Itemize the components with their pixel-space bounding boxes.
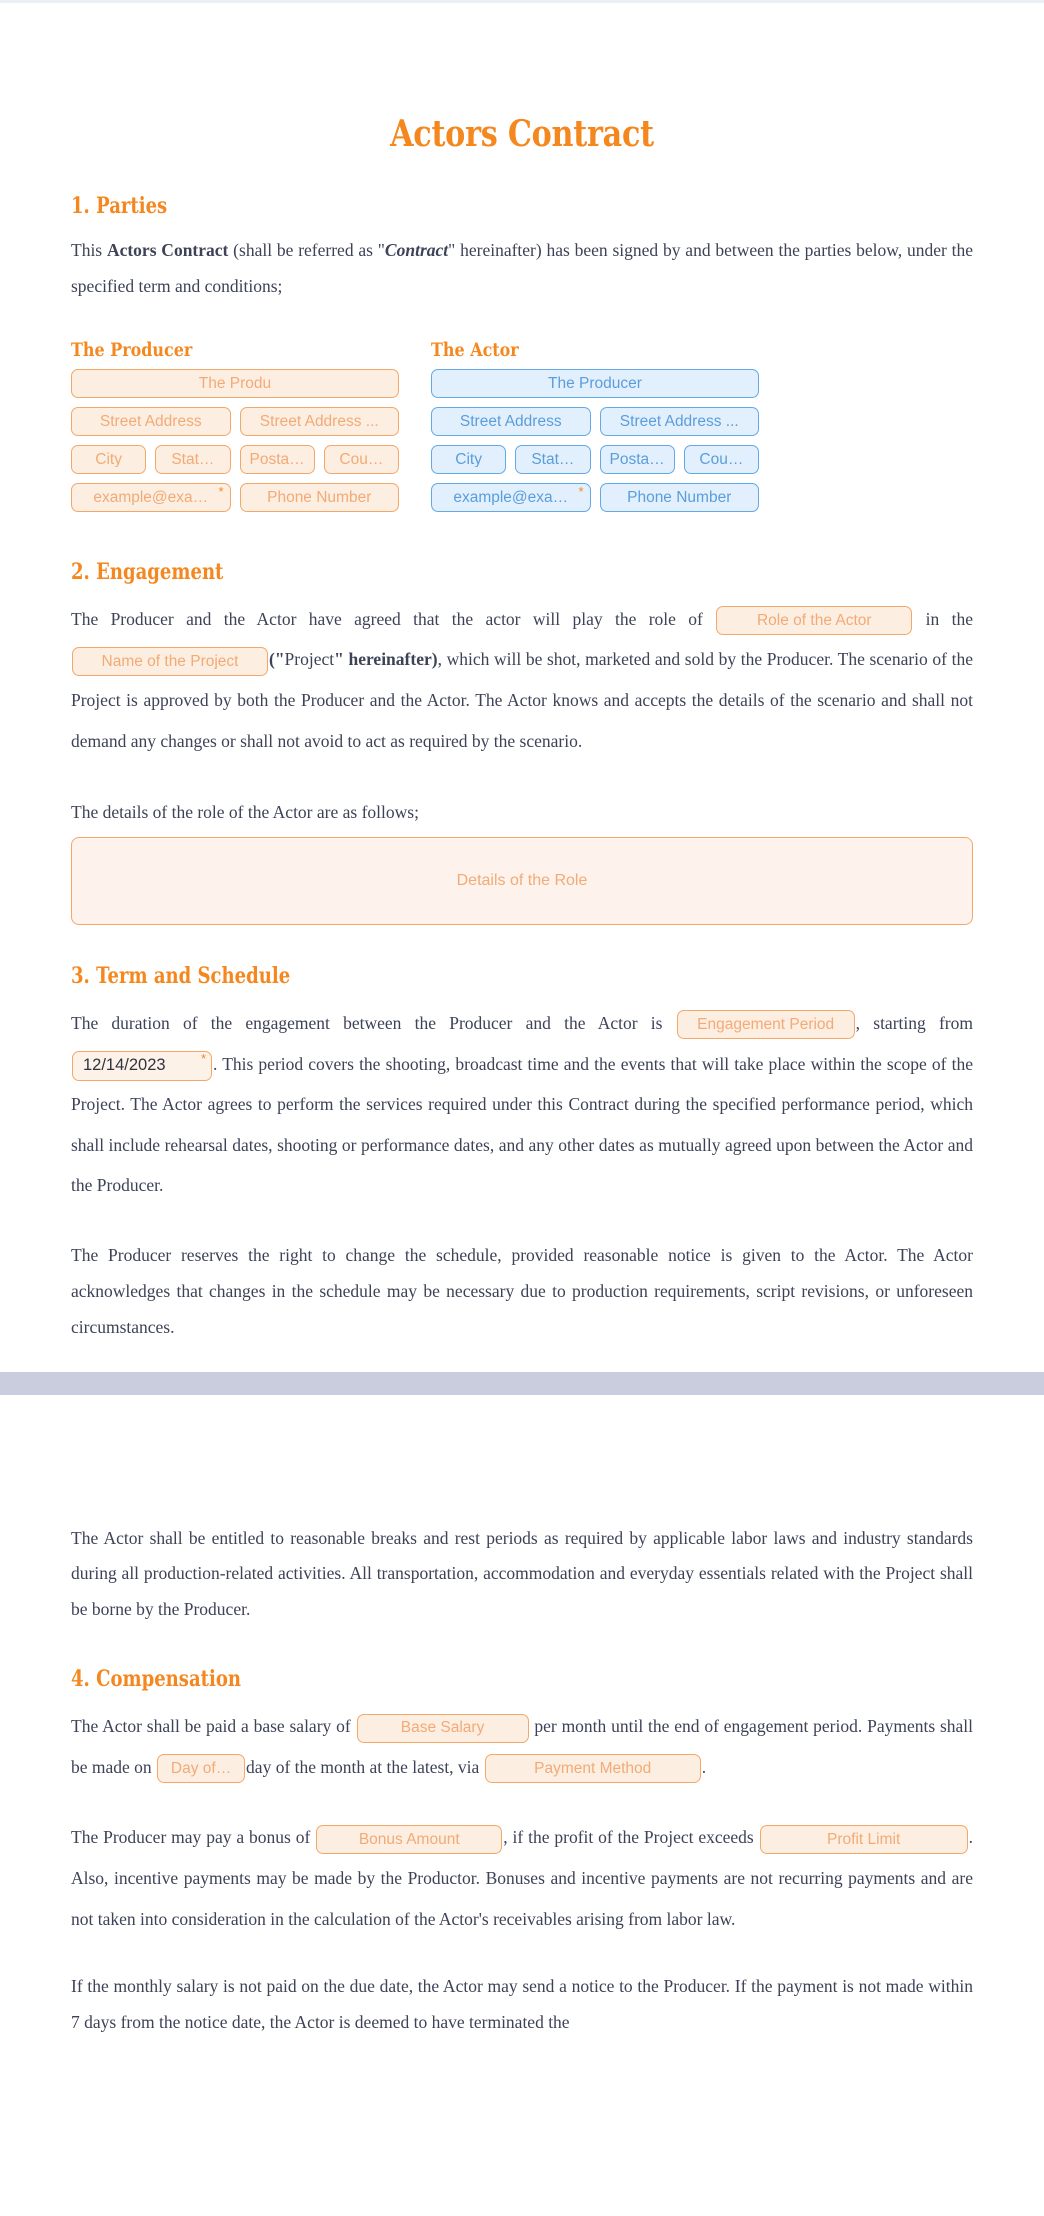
actor-phone-field[interactable]: Phone Number [599, 482, 759, 512]
breaks-paragraph: The Actor shall be entitled to reasonabl… [71, 1527, 973, 1620]
section-heading-term: 3. Term and Schedule [71, 963, 291, 989]
compensation-text-1: The Actor shall be paid a base salary of [71, 1716, 351, 1737]
section-heading-engagement: 2. Engagement [71, 558, 224, 585]
page-title: Actors Contract [390, 113, 654, 155]
compensation-text-4: . [701, 1756, 707, 1777]
bonus-amount-field[interactable]: Bonus Amount [316, 1824, 503, 1854]
actor-street-address-2-field[interactable]: Street Address ... [599, 406, 759, 436]
document-page-1: Actors Contract 1. Parties This Actors C… [0, 3, 1044, 1372]
engagement-period-field[interactable]: Engagement Period [676, 1010, 855, 1040]
engagement-text-1: The Producer and the Actor have agreed t… [71, 608, 703, 629]
actor-postal-field[interactable]: Posta… [599, 444, 675, 474]
producer-column: The Producer The Produ Street Address St… [71, 339, 399, 521]
compensation-bonus-paragraph: The Producer may pay a bonus of Bonus Am… [71, 1817, 973, 1939]
profit-limit-field[interactable]: Profit Limit [759, 1824, 968, 1854]
document-page-2: The Actor shall be entitled to reasonabl… [0, 1394, 1044, 2071]
intro-strong: Actors Contract [106, 240, 229, 260]
intro-text-1: This [71, 240, 107, 260]
term-paragraph-2: The Producer reserves the right to chang… [71, 1244, 973, 1337]
start-date-field[interactable]: 12/14/2023 * [72, 1050, 212, 1081]
producer-country-field[interactable]: Cou… [323, 444, 399, 474]
producer-city-field[interactable]: City [71, 444, 147, 474]
actor-city-field[interactable]: City [431, 444, 507, 474]
details-of-the-role-textarea[interactable]: Details of the Role [71, 837, 973, 925]
engagement-quote-open: (" [269, 649, 285, 670]
actor-country-field[interactable]: Cou… [683, 444, 759, 474]
producer-address-row: Street Address Street Address ... [71, 406, 399, 436]
bonus-text-2: , if the profit of the Project exceeds [503, 1827, 754, 1848]
parties-intro-paragraph: This Actors Contract (shall be referred … [71, 233, 973, 305]
engagement-quote-close: " hereinafter) [334, 649, 438, 670]
producer-state-field[interactable]: Stat… [155, 444, 231, 474]
actor-address-row: Street Address Street Address ... [431, 406, 759, 436]
payment-method-field[interactable]: Payment Method [484, 1754, 701, 1784]
engagement-project-term: Project [284, 649, 335, 670]
term-paragraph-1: The duration of the engagement between t… [71, 1003, 973, 1206]
actor-street-address-1-field[interactable]: Street Address [431, 406, 591, 436]
engagement-paragraph-1: The Producer and the Actor have agreed t… [71, 599, 973, 761]
section-heading-compensation: 4. Compensation [71, 1666, 241, 1693]
parties-columns: The Producer The Produ Street Address St… [71, 339, 973, 521]
late-payment-paragraph: If the monthly salary is not paid on the… [71, 1976, 973, 2033]
actor-heading: The Actor [431, 338, 519, 361]
producer-phone-field[interactable]: Phone Number [239, 482, 399, 512]
actor-city-state-row: City Stat… Posta… Cou… [431, 444, 759, 474]
actor-state-field[interactable]: Stat… [515, 444, 591, 474]
section-heading-parties: 1. Parties [71, 193, 168, 219]
producer-street-address-1-field[interactable]: Street Address [71, 406, 231, 436]
document-root: Actors Contract 1. Parties This Actors C… [0, 0, 1044, 2071]
base-salary-field[interactable]: Base Salary [356, 1713, 529, 1743]
actor-email-field[interactable]: example@exa… * [431, 482, 591, 512]
term-text-2: , starting from [855, 1013, 973, 1033]
engagement-text-2: in the [925, 608, 974, 629]
producer-street-address-2-field[interactable]: Street Address ... [239, 406, 399, 436]
required-asterisk: * [578, 483, 584, 499]
required-asterisk: * [218, 483, 224, 499]
producer-name-field[interactable]: The Produ [71, 368, 399, 398]
role-of-actor-field[interactable]: Role of the Actor [716, 606, 913, 636]
page-break-separator [0, 1371, 1044, 1395]
producer-heading: The Producer [71, 338, 193, 361]
compensation-text-3: day of the month at the latest, via [246, 1756, 480, 1777]
intro-bold-italic: Contract [384, 240, 449, 260]
name-of-project-field[interactable]: Name of the Project [72, 646, 268, 676]
required-asterisk: * [200, 1050, 206, 1066]
actor-name-row: The Producer [431, 368, 759, 398]
day-of-month-field[interactable]: Day of… [157, 1754, 246, 1784]
producer-contact-row: example@exa… * Phone Number [71, 482, 399, 512]
compensation-paragraph-1: The Actor shall be paid a base salary of… [71, 1706, 973, 1787]
intro-text-2: (shall be referred as " [228, 240, 385, 260]
producer-name-row: The Produ [71, 368, 399, 398]
producer-email-field[interactable]: example@exa… * [71, 482, 231, 512]
actor-contact-row: example@exa… * Phone Number [431, 482, 759, 512]
role-details-label: The details of the role of the Actor are… [71, 802, 419, 823]
term-text-1: The duration of the engagement between t… [71, 1013, 663, 1033]
actor-name-field[interactable]: The Producer [431, 368, 759, 398]
producer-city-state-row: City Stat… Posta… Cou… [71, 444, 399, 474]
bonus-text-1: The Producer may pay a bonus of [71, 1827, 311, 1848]
actor-column: The Actor The Producer Street Address St… [431, 339, 759, 521]
producer-postal-field[interactable]: Posta… [239, 444, 315, 474]
